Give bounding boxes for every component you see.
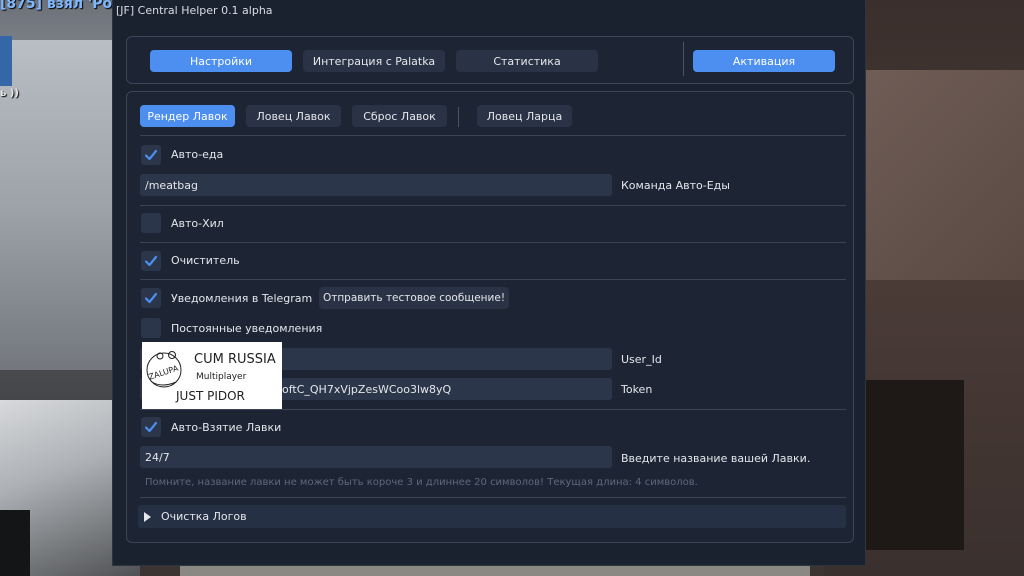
sticker-line2: Multiplayer — [196, 372, 247, 382]
token-label: Token — [621, 383, 653, 396]
subtab-catcher[interactable]: Ловец Лавок — [246, 105, 341, 127]
persistent-notifications-label: Постоянные уведомления — [171, 322, 323, 335]
checkmark-icon — [144, 421, 158, 433]
user-id-label: User_Id — [621, 353, 662, 366]
logs-label: Очистка Логов — [161, 510, 247, 523]
sticker-line1: CUM RUSSIA — [194, 352, 276, 367]
auto-take-label: Авто-Взятие Лавки — [171, 421, 282, 434]
window-title: [JF] Central Helper 0.1 alpha — [116, 4, 273, 17]
checkmark-icon — [144, 149, 158, 161]
bg-right-panel — [854, 70, 1024, 280]
tab-stats[interactable]: Статистика — [456, 50, 598, 72]
auto-heal-checkbox[interactable] — [141, 213, 161, 233]
sticker-line3: JUST PIDOR — [175, 389, 245, 403]
tab-palatka[interactable]: Интеграция с Palatka — [303, 50, 445, 72]
settings-panel — [126, 91, 854, 543]
subtab-render[interactable]: Рендер Лавок — [140, 105, 235, 127]
subtab-chest[interactable]: Ловец Ларца — [477, 105, 572, 127]
telegram-checkbox[interactable] — [141, 288, 161, 308]
auto-eat-label: Авто-еда — [171, 148, 224, 161]
separator — [140, 409, 846, 410]
shop-name-label: Введите название вашей Лавки. — [621, 452, 811, 465]
separator — [140, 242, 846, 243]
auto-eat-checkbox[interactable] — [141, 145, 161, 165]
separator — [140, 205, 846, 206]
persistent-notifications-checkbox[interactable] — [141, 318, 161, 338]
chat-line: ь )) — [0, 88, 19, 99]
checkmark-icon — [144, 255, 158, 267]
auto-heal-label: Авто-Хил — [171, 217, 224, 230]
shop-name-input[interactable]: 24/7 — [140, 446, 612, 468]
sticker-overlay: ZALUPA CUM RUSSIA Multiplayer JUST PIDOR — [142, 342, 282, 410]
shop-name-hint: Помните, название лавки не может быть ко… — [145, 477, 698, 488]
bg-left-dark — [0, 510, 30, 576]
logs-collapse-header[interactable]: Очистка Логов — [138, 505, 846, 528]
cleaner-label: Очиститель — [171, 254, 240, 267]
auto-take-checkbox[interactable] — [141, 417, 161, 437]
tab-settings[interactable]: Настройки — [150, 50, 292, 72]
separator — [140, 497, 846, 498]
separator — [140, 279, 846, 280]
subtab-divider — [458, 107, 459, 127]
bg-bottom-strip — [180, 566, 810, 576]
tab-divider — [683, 42, 684, 76]
auto-eat-command-label: Команда Авто-Еды — [621, 179, 730, 192]
triangle-right-icon — [144, 511, 151, 522]
send-test-message-button[interactable]: Отправить тестовое сообщение! — [319, 287, 509, 309]
auto-eat-command-input[interactable]: /meatbag — [140, 174, 612, 196]
cleaner-checkbox[interactable] — [141, 251, 161, 271]
subtab-reset[interactable]: Сброс Лавок — [352, 105, 447, 127]
telegram-label: Уведомления в Telegram — [171, 292, 313, 305]
chat-line: [875] взял 'Pors — [0, 0, 128, 12]
activation-button[interactable]: Активация — [693, 50, 835, 72]
separator — [140, 135, 846, 136]
checkmark-icon — [144, 292, 158, 304]
bg-blue-strip — [0, 36, 12, 86]
